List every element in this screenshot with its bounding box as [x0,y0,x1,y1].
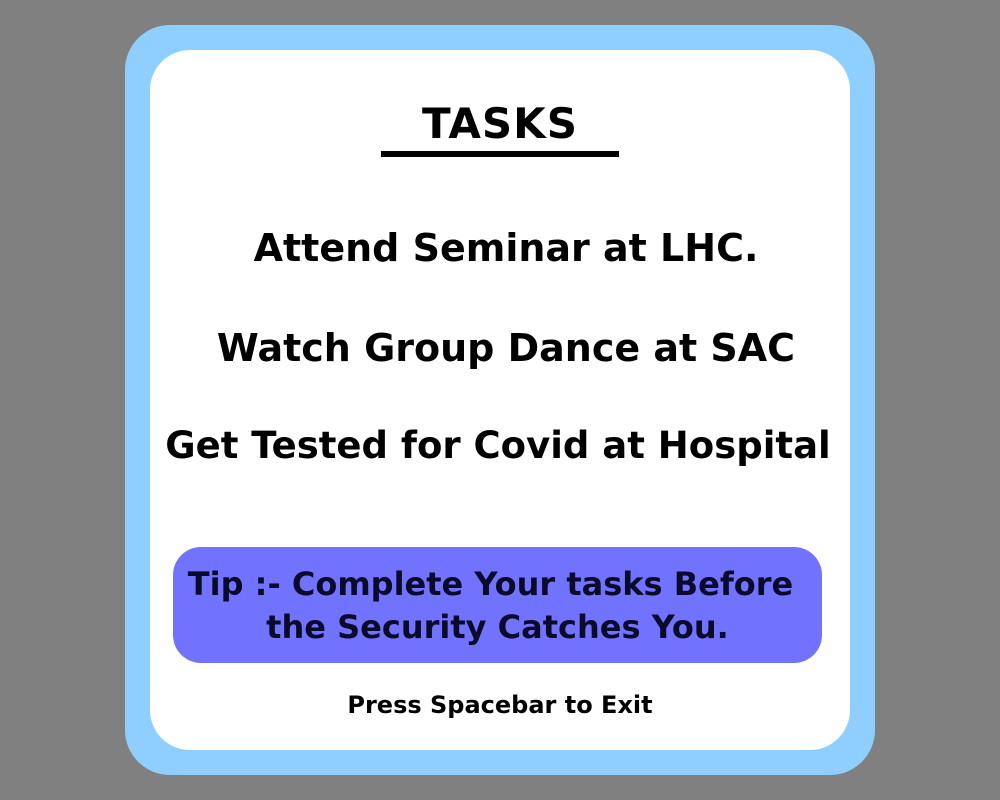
tip-text-line-1: Tip :- Complete Your tasks Before [187,565,794,603]
exit-hint: Press Spacebar to Exit [347,691,653,719]
title-underline [381,151,619,157]
tasks-title: TASKS [422,99,578,148]
task-item-seminar: Attend Seminar at LHC. [253,226,759,270]
task-item-covid-test: Get Tested for Covid at Hospital [165,424,831,467]
tip-text-line-2: the Security Catches You. [266,608,729,646]
task-item-group-dance: Watch Group Dance at SAC [216,326,796,370]
